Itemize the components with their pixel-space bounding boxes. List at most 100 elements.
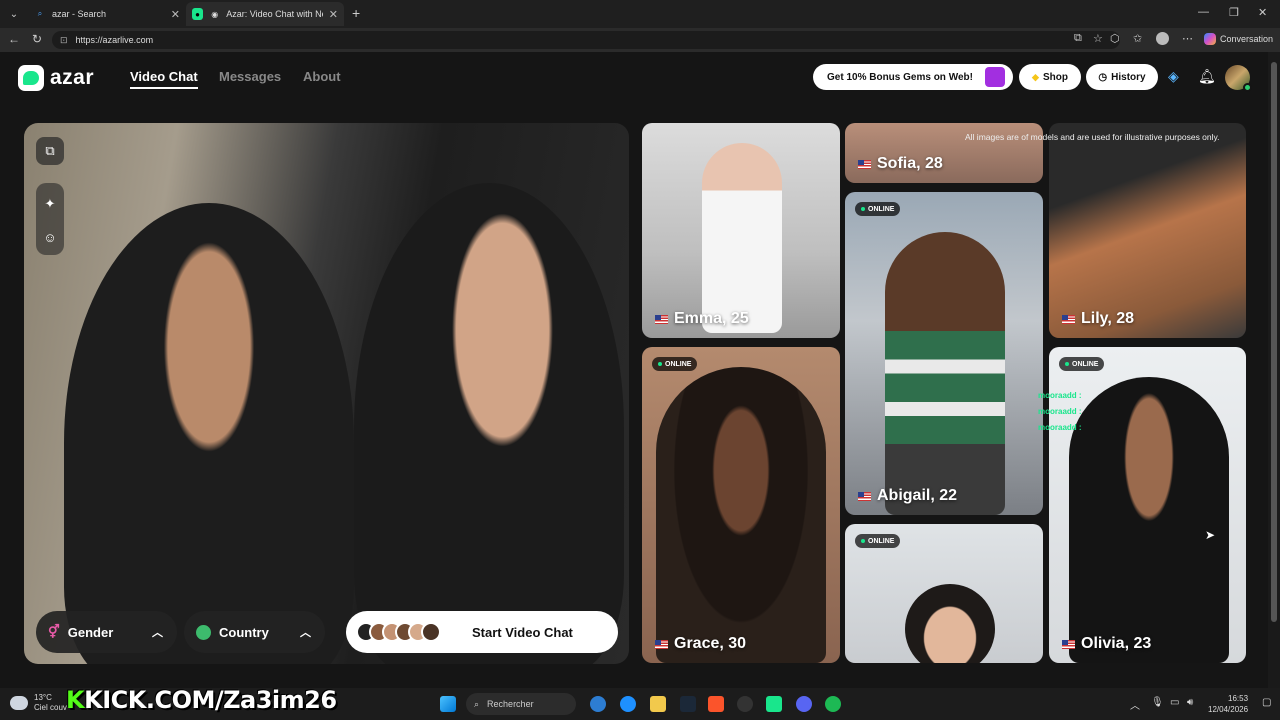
- nav-messages[interactable]: Messages: [219, 69, 281, 84]
- profile-card-lily[interactable]: Lily, 28: [1049, 123, 1246, 338]
- file-explorer-icon[interactable]: [650, 696, 666, 712]
- copilot-conversation-button[interactable]: Conversation: [1204, 33, 1273, 45]
- profile-name: Abigail, 22: [858, 487, 957, 505]
- taskbar-clock[interactable]: 16:53 12/04/2026: [1208, 693, 1248, 715]
- gender-filter[interactable]: ⚥ Gender ︿: [36, 611, 177, 653]
- history-button[interactable]: ◷ History: [1086, 64, 1158, 90]
- spotify-icon[interactable]: [825, 696, 841, 712]
- notification-icon[interactable]: ▢: [1262, 697, 1271, 708]
- gem-icon: ◆: [1032, 71, 1039, 82]
- search-placeholder: Rechercher: [487, 699, 534, 709]
- stream-chat-line: mooraadd :: [1038, 423, 1082, 432]
- weather-widget[interactable]: 13°C Ciel couv: [10, 693, 67, 713]
- profile-card-abigail[interactable]: ONLINE Abigail, 22: [845, 192, 1043, 515]
- preview-avatars: [356, 622, 441, 642]
- tab-azar-video-chat[interactable]: ● ◉ Azar: Video Chat with New Pe ✕: [186, 2, 344, 26]
- favorite-star-icon[interactable]: ☆: [1093, 32, 1103, 45]
- stream-chat-line: mooraadd :: [1038, 391, 1082, 400]
- search-icon: ⌕: [474, 698, 480, 709]
- close-tab-icon[interactable]: ✕: [171, 8, 180, 21]
- weather-text: Ciel couv: [34, 703, 67, 712]
- us-flag-icon: [858, 491, 871, 501]
- page-scrollbar[interactable]: [1268, 52, 1280, 688]
- more-menu-icon[interactable]: ⋯: [1182, 32, 1193, 45]
- site-info-icon[interactable]: ⊡: [60, 35, 68, 46]
- profile-name: Olivia, 23: [1062, 635, 1151, 653]
- close-window-icon[interactable]: ✕: [1258, 6, 1267, 19]
- start-video-chat-button[interactable]: Start Video Chat: [346, 611, 618, 653]
- windows-start-icon[interactable]: [440, 696, 456, 712]
- discord-icon[interactable]: [796, 696, 812, 712]
- profile-card-emma[interactable]: Emma, 25: [642, 123, 840, 338]
- nav-about[interactable]: About: [303, 69, 341, 84]
- gift-icon: [985, 67, 1005, 87]
- us-flag-icon: [655, 314, 668, 324]
- tab-label: Azar: Video Chat with New Pe: [226, 9, 323, 19]
- close-tab-icon[interactable]: ✕: [329, 8, 338, 21]
- pip-icon[interactable]: ⧉: [36, 137, 64, 165]
- profile-name: Emma, 25: [655, 310, 749, 328]
- scrollbar-thumb[interactable]: [1271, 62, 1277, 622]
- profile-card-grace[interactable]: ONLINE Grace, 30: [642, 347, 840, 663]
- edge-icon[interactable]: [620, 696, 636, 712]
- history-label: History: [1111, 71, 1146, 83]
- profile-avatar-icon[interactable]: [1156, 32, 1169, 45]
- new-tab-plus-icon[interactable]: +: [352, 5, 360, 21]
- us-flag-icon: [858, 159, 871, 169]
- azar-logo[interactable]: azar: [18, 65, 94, 91]
- globe-icon: [196, 624, 211, 640]
- bonus-label: Get 10% Bonus Gems on Web!: [827, 71, 973, 83]
- profile-photo: [656, 367, 826, 663]
- mouse-cursor-icon: ➤: [1205, 528, 1216, 542]
- user-avatar[interactable]: [1225, 65, 1252, 92]
- shop-label: Shop: [1042, 71, 1068, 83]
- logo-text: azar: [50, 66, 95, 89]
- bonus-gems-button[interactable]: Get 10% Bonus Gems on Web!: [813, 64, 1013, 90]
- shop-button[interactable]: ◆ Shop: [1019, 64, 1081, 90]
- azar-app-icon[interactable]: [766, 696, 782, 712]
- chevron-up-icon[interactable]: ︿: [1130, 697, 1140, 712]
- browser-tab-bar: ⌄ ⌕ azar - Search ✕ ● ◉ Azar: Video Chat…: [0, 0, 1280, 28]
- bell-icon[interactable]: 🔔︎: [1198, 68, 1216, 85]
- online-badge: ONLINE: [855, 534, 901, 548]
- network-icon[interactable]: ▭: [1170, 697, 1179, 708]
- chat-bubbles-icon[interactable]: ◈: [1168, 68, 1179, 85]
- app-available-icon[interactable]: ⧉: [1074, 32, 1082, 45]
- time: 16:53: [1228, 694, 1249, 703]
- reload-icon[interactable]: ↻: [32, 32, 42, 46]
- clock-icon: ◷: [1098, 71, 1108, 83]
- profile-name: Lily, 28: [1062, 310, 1134, 328]
- self-video-feed: ⧉ ✦ ☺ ⚥ Gender ︿ Country ︿ Start Video C…: [24, 123, 629, 664]
- start-label: Start Video Chat: [472, 624, 573, 640]
- steam-icon[interactable]: [680, 696, 696, 712]
- taskbar-search[interactable]: ⌕ Rechercher: [466, 693, 576, 715]
- restore-icon[interactable]: ❐: [1229, 6, 1239, 19]
- brave-icon[interactable]: [708, 696, 724, 712]
- minimize-icon[interactable]: —: [1198, 6, 1209, 18]
- online-status-dot: [1243, 83, 1252, 92]
- nav-video-chat[interactable]: Video Chat: [130, 69, 198, 89]
- widget-icon[interactable]: [590, 696, 606, 712]
- profile-name: Grace, 30: [655, 635, 746, 653]
- magic-wand-icon[interactable]: ✦: [36, 190, 64, 218]
- country-label: Country: [219, 624, 269, 640]
- url-field[interactable]: ⊡ https://azarlive.com: [52, 31, 1120, 49]
- kick-k: K: [66, 686, 85, 714]
- volume-icon[interactable]: 🔊︎: [1187, 697, 1193, 708]
- microphone-icon[interactable]: 🎙︎: [1151, 697, 1164, 708]
- face-filter-icon[interactable]: ☺: [36, 223, 64, 251]
- audio-playing-icon[interactable]: ◉: [209, 8, 220, 20]
- profile-photo: [702, 143, 782, 333]
- favorites-icon[interactable]: ✩: [1133, 32, 1142, 45]
- kick-overlay-text: KKICK.COM/Za3im26: [66, 686, 337, 714]
- profile-card-unnamed[interactable]: ONLINE: [845, 524, 1043, 663]
- tab-list-chevron-icon[interactable]: ⌄: [4, 4, 24, 24]
- us-flag-icon: [655, 639, 668, 649]
- tab-azar-search[interactable]: ⌕ azar - Search ✕: [28, 2, 186, 26]
- obs-icon[interactable]: [737, 696, 753, 712]
- back-arrow-icon[interactable]: ←: [8, 32, 20, 46]
- extensions-icon[interactable]: ⬡: [1110, 32, 1120, 45]
- models-disclaimer: All images are of models and are used fo…: [965, 132, 1220, 142]
- country-filter[interactable]: Country ︿: [184, 611, 325, 653]
- profile-photo: [885, 232, 1005, 515]
